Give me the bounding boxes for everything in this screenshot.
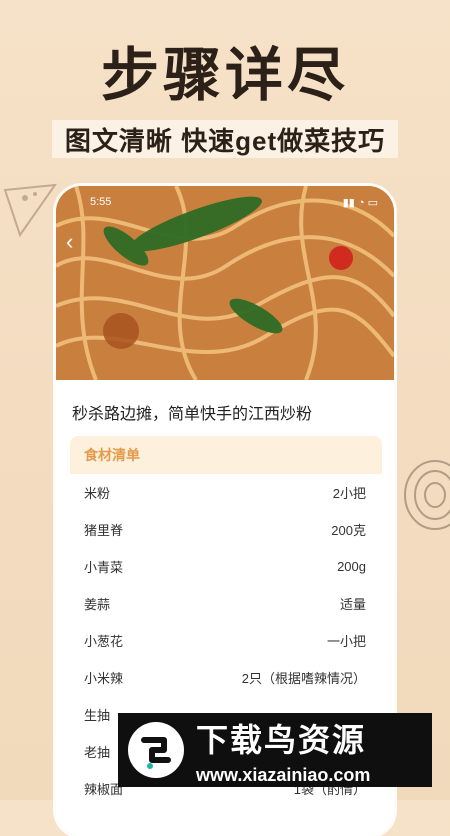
ingredient-name: 小青菜 — [84, 560, 124, 575]
page-headline: 步骤详尽 — [100, 43, 349, 108]
ingredient-amount: 一小把 — [326, 634, 366, 649]
ingredient-row: 小葱花 一小把 — [70, 622, 382, 659]
chevron-left-icon[interactable]: ‹ — [66, 231, 86, 253]
ingredient-name: 老抽 — [84, 745, 111, 760]
fried-noodles-photo — [56, 186, 394, 380]
ingredient-name: 小葱花 — [84, 634, 124, 649]
ingredient-row: 小青菜 200g — [70, 548, 382, 585]
watermark-title: 下载鸟资源 — [196, 721, 367, 758]
ingredient-row: 姜蒜 适量 — [70, 585, 382, 622]
ingredient-amount: 适量 — [339, 597, 366, 612]
watermark-url: www.xiazainiao.com — [196, 764, 371, 785]
wood-rings-doodle-icon — [404, 460, 450, 530]
ingredient-name: 猪里脊 — [84, 523, 124, 538]
status-time: 5:55 — [90, 196, 112, 208]
status-bar: 5:55 ▮▮ ◔ ▭ — [90, 196, 378, 210]
ingredient-row: 米粉 2小把 — [70, 474, 382, 511]
pizza-doodle-icon — [3, 183, 58, 238]
ingredients-header: 食材清单 — [70, 436, 382, 474]
site-watermark: 下载鸟资源 www.xiazainiao.com — [118, 713, 432, 787]
page-subheadline: 图文清晰 快速get做菜技巧 — [52, 120, 398, 158]
ingredient-name: 米粉 — [84, 486, 111, 501]
ingredient-amount: 200g — [337, 559, 366, 574]
ingredient-amount: 200克 — [331, 523, 366, 538]
ingredient-name: 生抽 — [84, 708, 111, 723]
ingredient-row: 猪里脊 200克 — [70, 511, 382, 548]
ingredient-amount: 2小把 — [332, 486, 366, 501]
ingredient-amount: 2只（根据嗜辣情况） — [241, 671, 366, 686]
recipe-title: 秒杀路边摊，简单快手的江西炒粉 — [72, 406, 313, 423]
ingredient-row: 小米辣 2只（根据嗜辣情况） — [70, 659, 382, 696]
ingredient-name: 小米辣 — [84, 671, 124, 686]
status-icons: ▮▮ ◔ ▭ — [342, 197, 378, 209]
bird-logo-icon — [128, 722, 184, 778]
ingredient-name: 姜蒜 — [84, 597, 111, 612]
